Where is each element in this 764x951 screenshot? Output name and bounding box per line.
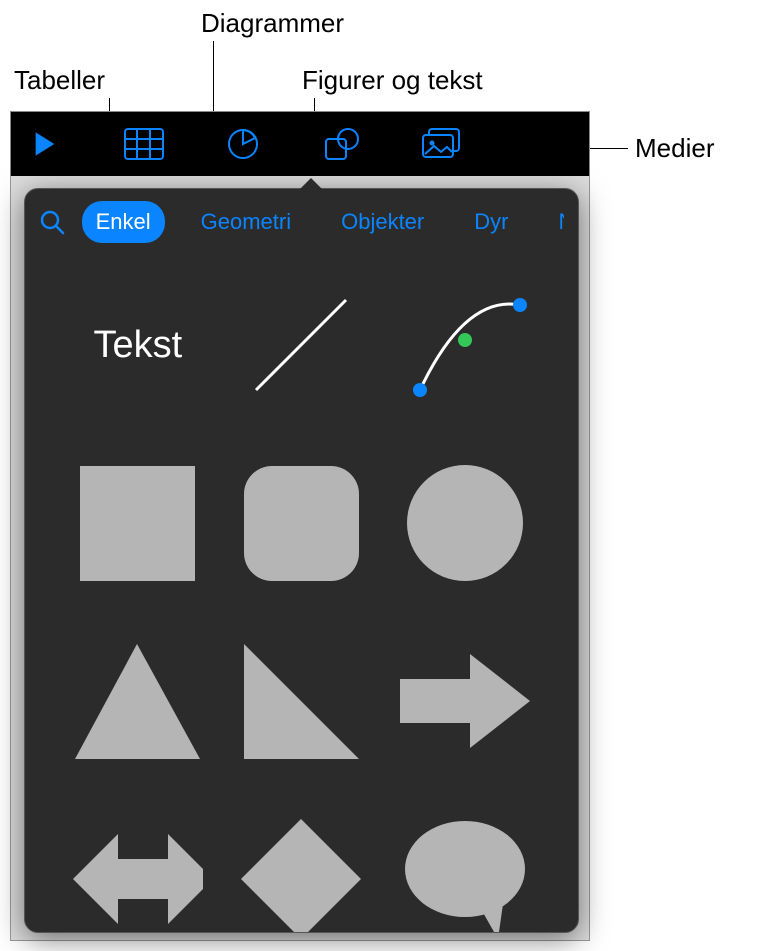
category-tabs: Enkel Geometri Objekter Dyr Natur — [82, 201, 564, 243]
shape-circle[interactable] — [400, 458, 530, 588]
shape-line[interactable] — [236, 280, 366, 410]
media-button[interactable] — [419, 122, 463, 166]
shape-right-triangle[interactable] — [236, 636, 366, 766]
callout-tables: Tabeller — [14, 65, 105, 96]
shape-grid: Tekst — [25, 255, 578, 932]
pie-chart-icon — [226, 127, 260, 161]
shape-triangle[interactable] — [73, 636, 203, 766]
tab-dyr[interactable]: Dyr — [460, 201, 522, 243]
popover-header: Enkel Geometri Objekter Dyr Natur — [25, 189, 578, 255]
line-icon — [241, 285, 361, 405]
text-shape-label: Tekst — [93, 324, 182, 367]
diamond-icon — [241, 819, 361, 932]
media-icon — [421, 127, 461, 161]
circle-icon — [405, 463, 525, 583]
callout-shapes: Figurer og tekst — [302, 65, 483, 96]
shapes-button[interactable] — [320, 122, 364, 166]
tables-button[interactable] — [122, 122, 166, 166]
tab-natur[interactable]: Natur — [544, 201, 564, 243]
triangle-icon — [75, 644, 200, 759]
rounded-square-icon — [244, 466, 359, 581]
callout-media: Medier — [635, 133, 714, 164]
play-button[interactable] — [23, 122, 67, 166]
shape-text[interactable]: Tekst — [73, 280, 203, 410]
double-arrow-icon — [73, 824, 203, 932]
popover-arrow — [300, 178, 322, 189]
callout-charts: Diagrammer — [201, 8, 344, 39]
play-icon — [33, 130, 57, 158]
tab-enkel[interactable]: Enkel — [82, 201, 165, 243]
shape-speech-bubble[interactable] — [400, 814, 530, 932]
table-icon — [124, 128, 164, 160]
curve-icon — [400, 285, 530, 405]
tab-objekter[interactable]: Objekter — [327, 201, 438, 243]
shape-arrow-right[interactable] — [400, 636, 530, 766]
shapes-icon — [324, 127, 360, 161]
search-button[interactable] — [39, 207, 66, 237]
arrow-right-icon — [400, 646, 530, 756]
shapes-popover: Enkel Geometri Objekter Dyr Natur Tekst — [24, 188, 579, 933]
search-icon — [39, 209, 65, 235]
speech-bubble-icon — [403, 819, 528, 932]
shape-curve[interactable] — [400, 280, 530, 410]
shape-diamond[interactable] — [236, 814, 366, 932]
tab-geometri[interactable]: Geometri — [187, 201, 305, 243]
shape-square[interactable] — [73, 458, 203, 588]
shape-rounded-square[interactable] — [236, 458, 366, 588]
charts-button[interactable] — [221, 122, 265, 166]
shape-double-arrow[interactable] — [73, 814, 203, 932]
square-icon — [80, 466, 195, 581]
toolbar — [10, 111, 590, 176]
right-triangle-icon — [244, 644, 359, 759]
